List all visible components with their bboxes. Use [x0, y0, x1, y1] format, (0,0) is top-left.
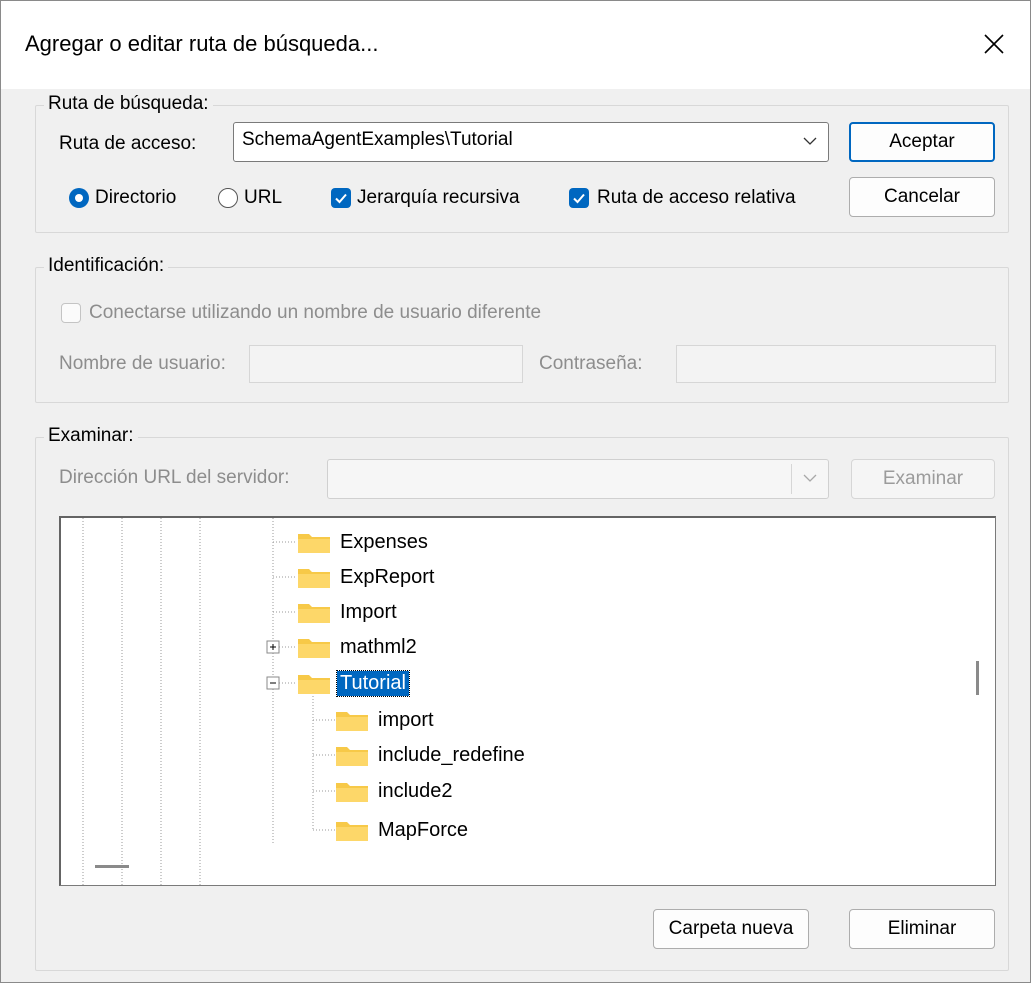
tree-node-label: mathml2 [340, 635, 417, 658]
checkmark-icon [573, 193, 585, 204]
identification-group-label: Identificación: [44, 255, 169, 277]
path-value: SchemaAgentExamples\Tutorial [242, 129, 513, 150]
password-input[interactable] [676, 345, 996, 383]
close-button[interactable] [958, 1, 1030, 87]
accept-button-label: Aceptar [889, 131, 955, 152]
url-radio[interactable] [218, 188, 238, 208]
url-radio-label: URL [244, 187, 283, 208]
server-url-label: Dirección URL del servidor: [59, 467, 290, 488]
new-folder-button[interactable]: Carpeta nueva [653, 909, 809, 949]
tree-node-label: ExpReport [340, 565, 435, 588]
delete-button-label: Eliminar [887, 918, 957, 939]
server-url-combobox[interactable] [327, 459, 829, 499]
browse-button-label: Examinar [882, 468, 964, 489]
dialog-title: Agregar o editar ruta de búsqueda... [25, 31, 379, 56]
folder-icon [298, 569, 330, 588]
new-folder-button-label: Carpeta nueva [668, 918, 794, 939]
relative-path-checkbox-label: Ruta de acceso relativa [597, 187, 796, 208]
connect-checkbox[interactable] [61, 303, 81, 323]
tree-node-label: Import [340, 600, 397, 623]
recursive-checkbox-label: Jerarquía recursiva [357, 187, 520, 208]
tree-node-label: Tutorial [336, 669, 410, 697]
tree-node[interactable]: Import [297, 595, 400, 629]
folder-icon [336, 783, 368, 802]
browse-button[interactable]: Examinar [851, 459, 995, 499]
tree-node-label: MapForce [378, 818, 469, 841]
tree-node[interactable]: Expenses [297, 525, 431, 559]
folder-icon [298, 604, 330, 623]
delete-button[interactable]: Eliminar [849, 909, 995, 949]
username-label: Nombre de usuario: [59, 353, 226, 374]
cancel-button[interactable]: Cancelar [849, 177, 995, 217]
tree-node-label: include_redefine [378, 743, 525, 766]
folder-icon [336, 712, 368, 731]
username-input[interactable] [249, 345, 523, 383]
relative-path-checkbox[interactable] [569, 188, 589, 208]
folder-icon [298, 534, 330, 553]
directory-radio-label: Directorio [95, 187, 177, 208]
title-bar: Agregar o editar ruta de búsqueda... [1, 1, 1030, 89]
cancel-button-label: Cancelar [883, 186, 961, 207]
expand-icon [266, 640, 280, 654]
combo-separator [791, 464, 792, 494]
path-label: Ruta de acceso: [59, 133, 197, 154]
folder-icon [298, 639, 330, 658]
vertical-scrollbar-thumb[interactable] [976, 661, 979, 695]
tree-node[interactable]: ExpReport [297, 560, 438, 594]
tree-node[interactable]: include_redefine [335, 738, 528, 772]
tree-node[interactable]: include2 [335, 774, 456, 808]
chevron-down-icon [803, 137, 817, 145]
connect-checkbox-label: Conectarse utilizando un nombre de usuar… [89, 302, 542, 323]
dialog-window: Agregar o editar ruta de búsqueda... Rut… [0, 0, 1031, 983]
recursive-checkbox[interactable] [331, 188, 351, 208]
tree-node-label: include2 [378, 779, 453, 802]
close-icon [984, 34, 1004, 54]
tree-node[interactable]: MapForce [335, 813, 471, 847]
search-path-group-label: Ruta de búsqueda: [44, 93, 213, 115]
folder-icon [336, 822, 368, 841]
folder-tree[interactable]: Expenses ExpReport Import mathml2 Tutori… [59, 516, 996, 886]
folder-icon [298, 675, 330, 694]
checkmark-icon [335, 193, 347, 204]
tree-node-label: import [378, 708, 434, 731]
tree-node-selected[interactable]: Tutorial [297, 666, 410, 700]
path-combobox[interactable]: SchemaAgentExamples\Tutorial [233, 122, 829, 162]
accept-button[interactable]: Aceptar [849, 122, 995, 162]
chevron-down-icon [803, 474, 817, 482]
directory-radio[interactable] [69, 188, 89, 208]
folder-icon [336, 747, 368, 766]
tree-lines [82, 518, 335, 885]
password-label: Contraseña: [539, 353, 643, 374]
collapse-icon [266, 676, 280, 690]
tree-node[interactable]: mathml2 [297, 630, 420, 664]
tree-node-label: Expenses [340, 530, 428, 553]
browse-group-label: Examinar: [44, 425, 138, 447]
horizontal-scrollbar-thumb[interactable] [95, 865, 129, 868]
tree-node[interactable]: import [335, 703, 437, 737]
